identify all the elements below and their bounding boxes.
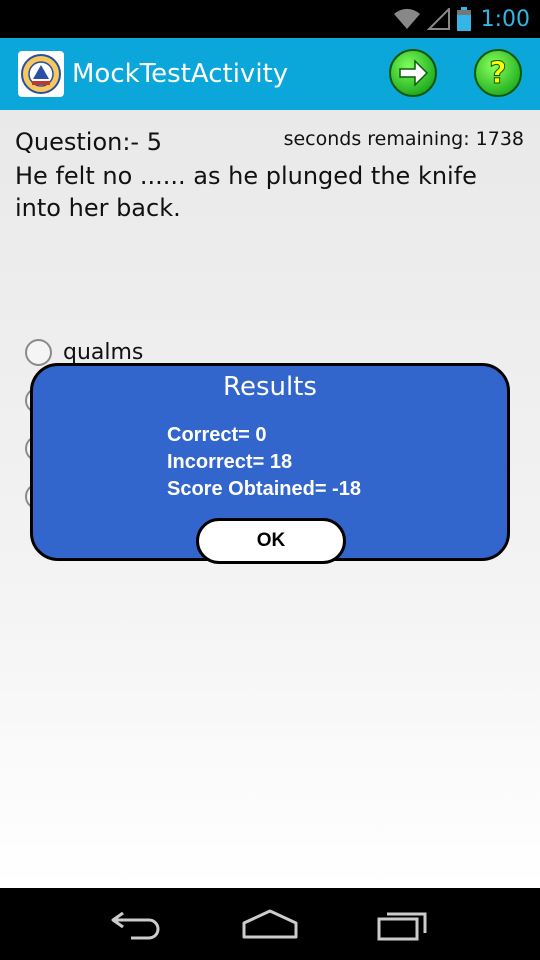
wifi-icon bbox=[393, 8, 421, 30]
recents-button[interactable] bbox=[368, 899, 438, 949]
result-summary: Correct= 0 Incorrect= 18 Score Obtained=… bbox=[167, 422, 361, 503]
back-icon bbox=[111, 911, 160, 940]
action-bar: MockTestActivity ? bbox=[0, 38, 540, 110]
battery-icon bbox=[456, 7, 471, 31]
signal-icon bbox=[426, 8, 451, 30]
back-button[interactable] bbox=[102, 899, 172, 949]
status-time: 1:00 bbox=[480, 6, 530, 32]
navigation-bar bbox=[0, 888, 540, 960]
help-button[interactable]: ? bbox=[473, 48, 523, 98]
question-text: He felt no ...... as he plunged the knif… bbox=[15, 162, 477, 222]
correct-count: Correct= 0 bbox=[167, 424, 267, 446]
app-title: MockTestActivity bbox=[72, 59, 289, 89]
app-logo bbox=[18, 51, 64, 97]
radio-button[interactable] bbox=[25, 339, 52, 366]
option-1[interactable]: qualms bbox=[25, 339, 143, 366]
recents-icon bbox=[377, 912, 427, 941]
results-dialog: Results Correct= 0 Incorrect= 18 Score O… bbox=[30, 363, 510, 564]
status-bar: 1:00 bbox=[0, 0, 540, 38]
dialog-title: Results bbox=[223, 372, 317, 402]
question-number: Question:- 5 bbox=[15, 128, 162, 156]
svg-text:?: ? bbox=[489, 56, 506, 91]
arrow-right-icon bbox=[389, 49, 437, 97]
ok-button[interactable]: OK bbox=[196, 518, 346, 564]
help-icon: ? bbox=[474, 49, 522, 97]
next-button[interactable] bbox=[388, 48, 438, 98]
home-button[interactable] bbox=[235, 899, 305, 949]
timer-label: seconds remaining: 1738 bbox=[283, 128, 524, 150]
option-label: qualms bbox=[63, 340, 144, 365]
home-icon bbox=[242, 909, 298, 939]
incorrect-count: Incorrect= 18 bbox=[167, 451, 293, 473]
score-obtained: Score Obtained= -18 bbox=[167, 478, 361, 500]
